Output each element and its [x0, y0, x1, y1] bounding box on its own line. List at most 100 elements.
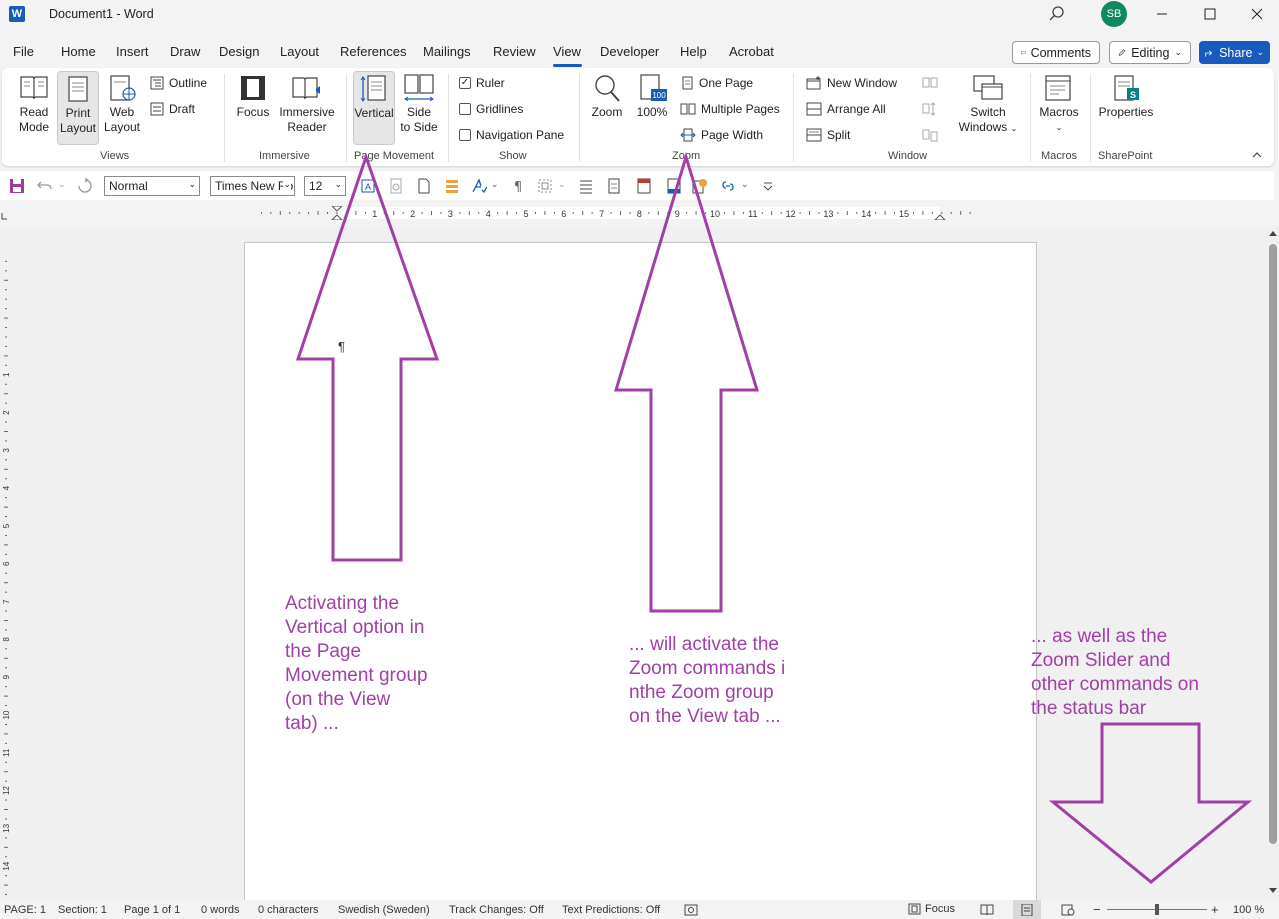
accessibility-icon[interactable] [684, 904, 698, 916]
tab-home[interactable]: Home [61, 44, 96, 59]
new-document-icon[interactable] [416, 178, 432, 194]
zoom-slider-thumb[interactable] [1155, 904, 1159, 915]
font-size-dropdown[interactable]: 12 ⌄ [304, 176, 346, 196]
scrollbar-thumb[interactable] [1269, 244, 1277, 844]
print-layout-button[interactable]: Print Layout [57, 71, 99, 145]
search-icon[interactable] [1048, 5, 1066, 23]
status-word-count[interactable]: 0 words [201, 904, 240, 916]
tab-view[interactable]: View [553, 44, 581, 59]
navigation-pane-checkbox[interactable]: Navigation Pane [459, 128, 564, 142]
tab-developer[interactable]: Developer [600, 44, 659, 59]
vertical-ruler[interactable]: 1234567891011121314 [0, 240, 12, 900]
text-box-icon[interactable]: A [360, 178, 376, 194]
document-page[interactable] [244, 242, 1037, 919]
zoom-button[interactable]: Zoom [587, 73, 627, 120]
vertical-scrollbar[interactable] [1266, 226, 1279, 900]
header-icon[interactable] [636, 178, 652, 194]
tab-design[interactable]: Design [219, 44, 259, 59]
web-layout-button[interactable]: Web Layout [101, 73, 143, 135]
read-mode-button[interactable]: Read Mode [12, 73, 56, 135]
status-text-predictions[interactable]: Text Predictions: Off [562, 904, 660, 916]
synchronous-scrolling-icon[interactable] [922, 102, 938, 116]
quick-parts-icon[interactable] [692, 178, 708, 194]
avatar[interactable]: SB [1101, 1, 1127, 27]
insert-page-icon[interactable] [606, 178, 622, 194]
switch-windows-button[interactable]: Switch Windows ⌄ [954, 73, 1022, 136]
tab-file[interactable]: File [13, 44, 34, 59]
immersive-reader-button[interactable]: Immersive Reader [276, 73, 338, 135]
focus-mode-button[interactable]: Focus [908, 903, 955, 915]
style-dropdown[interactable]: Normal ⌄ [104, 176, 200, 196]
show-formatting-marks-icon[interactable]: ¶ [510, 178, 526, 194]
print-layout-view-button[interactable] [1013, 900, 1041, 919]
page-width-button[interactable]: Page Width [680, 128, 763, 142]
page-setup-icon[interactable] [388, 178, 404, 194]
split-button[interactable]: Split [806, 128, 850, 142]
tab-help[interactable]: Help [680, 44, 707, 59]
active-tab-indicator [553, 64, 582, 67]
status-language[interactable]: Swedish (Sweden) [338, 904, 430, 916]
save-icon[interactable] [9, 178, 25, 194]
tab-draw[interactable]: Draw [170, 44, 200, 59]
status-section[interactable]: Section: 1 [58, 904, 107, 916]
tab-layout[interactable]: Layout [280, 44, 319, 59]
properties-button[interactable]: S Properties [1096, 73, 1156, 120]
zoom-out-button[interactable]: − [1093, 902, 1101, 917]
draft-button[interactable]: Draft [150, 102, 195, 116]
tab-references[interactable]: References [340, 44, 406, 59]
tab-acrobat[interactable]: Acrobat [729, 44, 774, 59]
share-button[interactable]: Share ⌄ [1199, 41, 1270, 64]
chevron-down-icon[interactable]: ⌄ [558, 179, 566, 190]
vertical-page-movement-button[interactable]: Vertical [353, 71, 395, 145]
tab-review[interactable]: Review [493, 44, 536, 59]
scroll-down-icon[interactable] [1269, 888, 1277, 894]
multiple-pages-button[interactable]: Multiple Pages [680, 102, 780, 116]
arrange-all-button[interactable]: Arrange All [806, 102, 886, 116]
zoom-100-button[interactable]: 100 100% [632, 73, 672, 120]
zoom-level[interactable]: 100 % [1233, 904, 1264, 916]
customize-toolbar-icon[interactable] [760, 178, 776, 194]
view-side-by-side-icon[interactable] [922, 76, 938, 90]
collapse-ribbon-icon[interactable] [1251, 150, 1263, 160]
chevron-down-icon[interactable]: ⌄ [58, 179, 66, 190]
spelling-icon[interactable] [471, 178, 487, 194]
focus-button[interactable]: Focus [232, 73, 274, 120]
status-page-of[interactable]: Page 1 of 1 [124, 904, 180, 916]
side-to-side-button[interactable]: Side to Side [398, 73, 440, 135]
editing-mode-button[interactable]: Editing ⌄ [1109, 41, 1191, 64]
table-of-contents-icon[interactable] [578, 178, 594, 194]
reset-window-position-icon[interactable] [922, 128, 938, 142]
ruler-checkbox[interactable]: ✓ Ruler [459, 76, 505, 90]
line-spacing-icon[interactable] [444, 178, 460, 194]
outline-button[interactable]: Outline [150, 76, 207, 90]
tab-selector[interactable] [0, 209, 8, 220]
redo-icon[interactable] [77, 178, 93, 194]
font-dropdown[interactable]: Times New Ro ⌄ [210, 176, 295, 196]
zoom-in-button[interactable]: + [1211, 902, 1219, 917]
properties-label: Properties [1098, 105, 1154, 119]
comments-button[interactable]: Comments [1012, 41, 1100, 64]
status-page[interactable]: PAGE: 1 [4, 904, 46, 916]
undo-icon[interactable] [37, 178, 53, 194]
tab-mailings[interactable]: Mailings [423, 44, 471, 59]
maximize-button[interactable] [1187, 0, 1233, 28]
chevron-down-icon[interactable]: ⌄ [741, 179, 749, 190]
scroll-up-icon[interactable] [1269, 230, 1277, 236]
gridlines-checkbox[interactable]: Gridlines [459, 102, 523, 116]
new-window-button[interactable]: New Window [806, 76, 897, 90]
select-objects-icon[interactable] [537, 178, 553, 194]
web-layout-view-icon[interactable] [1061, 904, 1075, 916]
read-mode-view-icon[interactable] [980, 904, 994, 916]
tab-insert[interactable]: Insert [116, 44, 149, 59]
horizontal-ruler[interactable]: 1 2 3 4 5 6 7 8 9 10 11 12 13 14 15 [240, 206, 1038, 220]
hyperlink-icon[interactable] [720, 178, 736, 194]
footer-icon[interactable] [666, 178, 682, 194]
status-character-count[interactable]: 0 characters [258, 904, 319, 916]
macros-button[interactable]: Macros ⌄ [1036, 73, 1082, 135]
chevron-down-icon[interactable]: ⌄ [491, 179, 499, 190]
status-track-changes[interactable]: Track Changes: Off [449, 904, 544, 916]
minimize-button[interactable] [1139, 0, 1185, 28]
one-page-button[interactable]: One Page [680, 76, 753, 90]
close-button[interactable] [1234, 0, 1279, 28]
annotation-line: Zoom commands i [629, 658, 786, 679]
